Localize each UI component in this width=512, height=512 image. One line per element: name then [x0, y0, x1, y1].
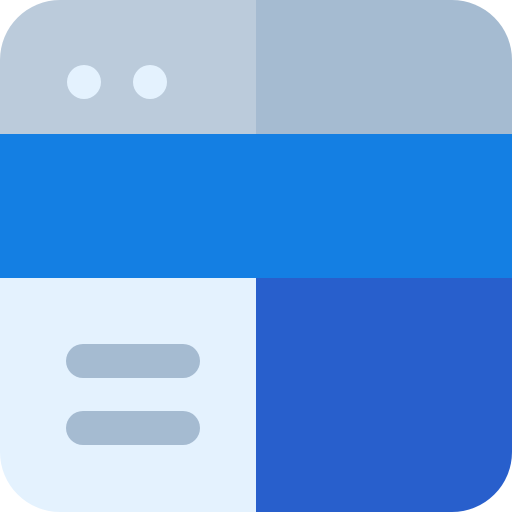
header-band: [0, 134, 512, 278]
title-bar-left-section: [0, 0, 256, 134]
window-control-dot-2: [133, 65, 167, 99]
title-bar-right-section: [256, 0, 512, 134]
menu-line-1: [66, 344, 200, 378]
menu-line-2: [66, 411, 200, 445]
browser-window-layout-svg: [0, 0, 512, 512]
window-control-dot-1: [67, 65, 101, 99]
bottom-right-panel: [256, 278, 512, 512]
browser-window-layout-icon: [0, 0, 512, 512]
bottom-left-panel: [0, 278, 256, 512]
